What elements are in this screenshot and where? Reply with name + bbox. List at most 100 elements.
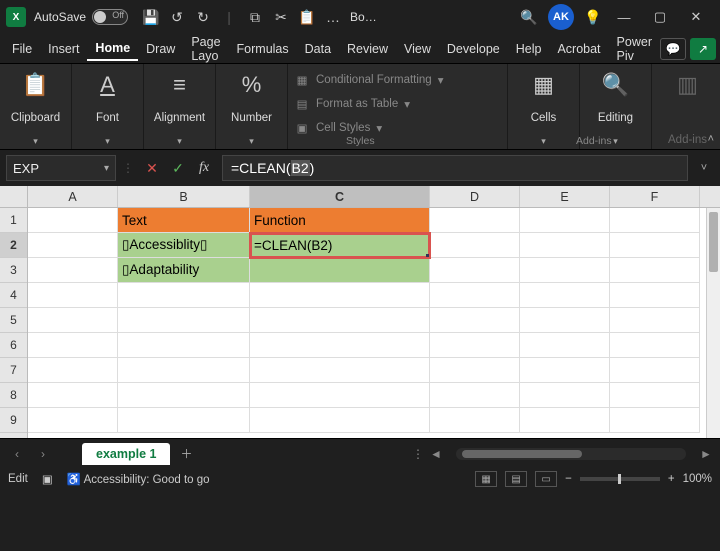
cell-b8[interactable] xyxy=(118,383,250,408)
cell-c1[interactable]: Function xyxy=(250,208,430,233)
comments-button[interactable]: 💬 xyxy=(660,38,686,60)
zoom-slider[interactable] xyxy=(580,477,660,481)
cell-a2[interactable] xyxy=(28,233,118,258)
cell-f1[interactable] xyxy=(610,208,700,233)
cell-b4[interactable] xyxy=(118,283,250,308)
menu-developer[interactable]: Develope xyxy=(439,38,508,60)
cell-c5[interactable] xyxy=(250,308,430,333)
cell-c3[interactable] xyxy=(250,258,430,283)
zoom-in-button[interactable]: + xyxy=(668,473,675,485)
ribbon-number[interactable]: % Number ▾ xyxy=(216,64,288,149)
row-header-7[interactable]: 7 xyxy=(0,358,27,383)
view-normal-icon[interactable]: ▦ xyxy=(475,471,497,487)
format-as-table-button[interactable]: ▤Format as Table ▾ xyxy=(294,92,501,116)
cell-d8[interactable] xyxy=(430,383,520,408)
cell-c9[interactable] xyxy=(250,408,430,433)
undo-icon[interactable]: ↺ xyxy=(164,4,190,30)
zoom-out-button[interactable]: − xyxy=(565,473,572,485)
minimize-button[interactable]: — xyxy=(606,2,642,32)
row-header-6[interactable]: 6 xyxy=(0,333,27,358)
cell-d4[interactable] xyxy=(430,283,520,308)
cell-b5[interactable] xyxy=(118,308,250,333)
cell-f6[interactable] xyxy=(610,333,700,358)
cell-c6[interactable] xyxy=(250,333,430,358)
cell-styles-button[interactable]: ▣Cell Styles ▾ xyxy=(294,116,501,140)
menu-formulas[interactable]: Formulas xyxy=(229,38,297,60)
accessibility-status[interactable]: ♿ Accessibility: Good to go xyxy=(67,472,210,486)
cell-a3[interactable] xyxy=(28,258,118,283)
cell-a8[interactable] xyxy=(28,383,118,408)
cell-d1[interactable] xyxy=(430,208,520,233)
row-header-1[interactable]: 1 xyxy=(0,208,27,233)
lightbulb-icon[interactable]: 💡 xyxy=(580,4,606,30)
ribbon-cells[interactable]: ▦ Cells ▾ xyxy=(508,64,580,149)
menu-draw[interactable]: Draw xyxy=(138,38,183,60)
cell-f9[interactable] xyxy=(610,408,700,433)
cell-f2[interactable] xyxy=(610,233,700,258)
cell-c4[interactable] xyxy=(250,283,430,308)
view-break-icon[interactable]: ▭ xyxy=(535,471,557,487)
menu-page-layout[interactable]: Page Layo xyxy=(183,31,228,67)
vertical-scrollbar[interactable] xyxy=(706,208,720,438)
col-header-a[interactable]: A xyxy=(28,186,118,207)
cell-e4[interactable] xyxy=(520,283,610,308)
ribbon-alignment[interactable]: ≡ Alignment ▾ xyxy=(144,64,216,149)
menu-insert[interactable]: Insert xyxy=(40,38,87,60)
menu-data[interactable]: Data xyxy=(297,38,339,60)
col-header-d[interactable]: D xyxy=(430,186,520,207)
scrollbar-thumb[interactable] xyxy=(462,450,582,458)
cell-f5[interactable] xyxy=(610,308,700,333)
menu-power-pivot[interactable]: Power Piv xyxy=(609,31,660,67)
cell-d6[interactable] xyxy=(430,333,520,358)
add-sheet-button[interactable]: ＋ xyxy=(174,442,198,466)
cell-c2[interactable]: =CLEAN(B2) xyxy=(250,233,430,258)
cell-e5[interactable] xyxy=(520,308,610,333)
paste-icon[interactable]: 📋 xyxy=(294,4,320,30)
name-box[interactable]: EXP ▾ xyxy=(6,155,116,181)
cell-c8[interactable] xyxy=(250,383,430,408)
expand-formula-bar-icon[interactable]: ˅ xyxy=(694,162,714,174)
cell-f3[interactable] xyxy=(610,258,700,283)
fill-handle[interactable] xyxy=(426,254,430,258)
redo-icon[interactable]: ↻ xyxy=(190,4,216,30)
menu-help[interactable]: Help xyxy=(508,38,550,60)
cell-e3[interactable] xyxy=(520,258,610,283)
cancel-formula-button[interactable]: ✕ xyxy=(140,156,164,180)
cell-c7[interactable] xyxy=(250,358,430,383)
cell-f8[interactable] xyxy=(610,383,700,408)
row-header-9[interactable]: 9 xyxy=(0,408,27,433)
col-header-f[interactable]: F xyxy=(610,186,700,207)
cell-d5[interactable] xyxy=(430,308,520,333)
save-icon[interactable]: 💾 xyxy=(138,4,164,30)
cell-e7[interactable] xyxy=(520,358,610,383)
cell-a7[interactable] xyxy=(28,358,118,383)
row-header-8[interactable]: 8 xyxy=(0,383,27,408)
cell-d7[interactable] xyxy=(430,358,520,383)
zoom-value[interactable]: 100% xyxy=(683,473,712,485)
row-header-2[interactable]: 2 xyxy=(0,233,27,258)
cell-b2[interactable]: ▯Accessiblity▯ xyxy=(118,233,250,258)
collapse-ribbon-icon[interactable]: ˄ xyxy=(708,133,714,145)
scrollbar-thumb[interactable] xyxy=(709,212,718,272)
cell-b7[interactable] xyxy=(118,358,250,383)
view-page-icon[interactable]: ▤ xyxy=(505,471,527,487)
ribbon-font[interactable]: A Font ▾ xyxy=(72,64,144,149)
cell-b3[interactable]: ▯Adaptability xyxy=(118,258,250,283)
zoom-slider-thumb[interactable] xyxy=(618,474,621,484)
cell-a4[interactable] xyxy=(28,283,118,308)
cell-b6[interactable] xyxy=(118,333,250,358)
cut-icon[interactable]: ✂ xyxy=(268,4,294,30)
cell-f7[interactable] xyxy=(610,358,700,383)
cell-d9[interactable] xyxy=(430,408,520,433)
sheet-tab-active[interactable]: example 1 xyxy=(82,443,170,465)
cell-a9[interactable] xyxy=(28,408,118,433)
menu-view[interactable]: View xyxy=(396,38,439,60)
tab-nav-prev-icon[interactable]: ‹ xyxy=(6,443,28,465)
col-header-e[interactable]: E xyxy=(520,186,610,207)
horizontal-scrollbar[interactable] xyxy=(456,448,686,460)
insert-function-button[interactable]: fx xyxy=(192,156,216,180)
cell-e1[interactable] xyxy=(520,208,610,233)
cell-a6[interactable] xyxy=(28,333,118,358)
cell-f4[interactable] xyxy=(610,283,700,308)
cell-d2[interactable] xyxy=(430,233,520,258)
